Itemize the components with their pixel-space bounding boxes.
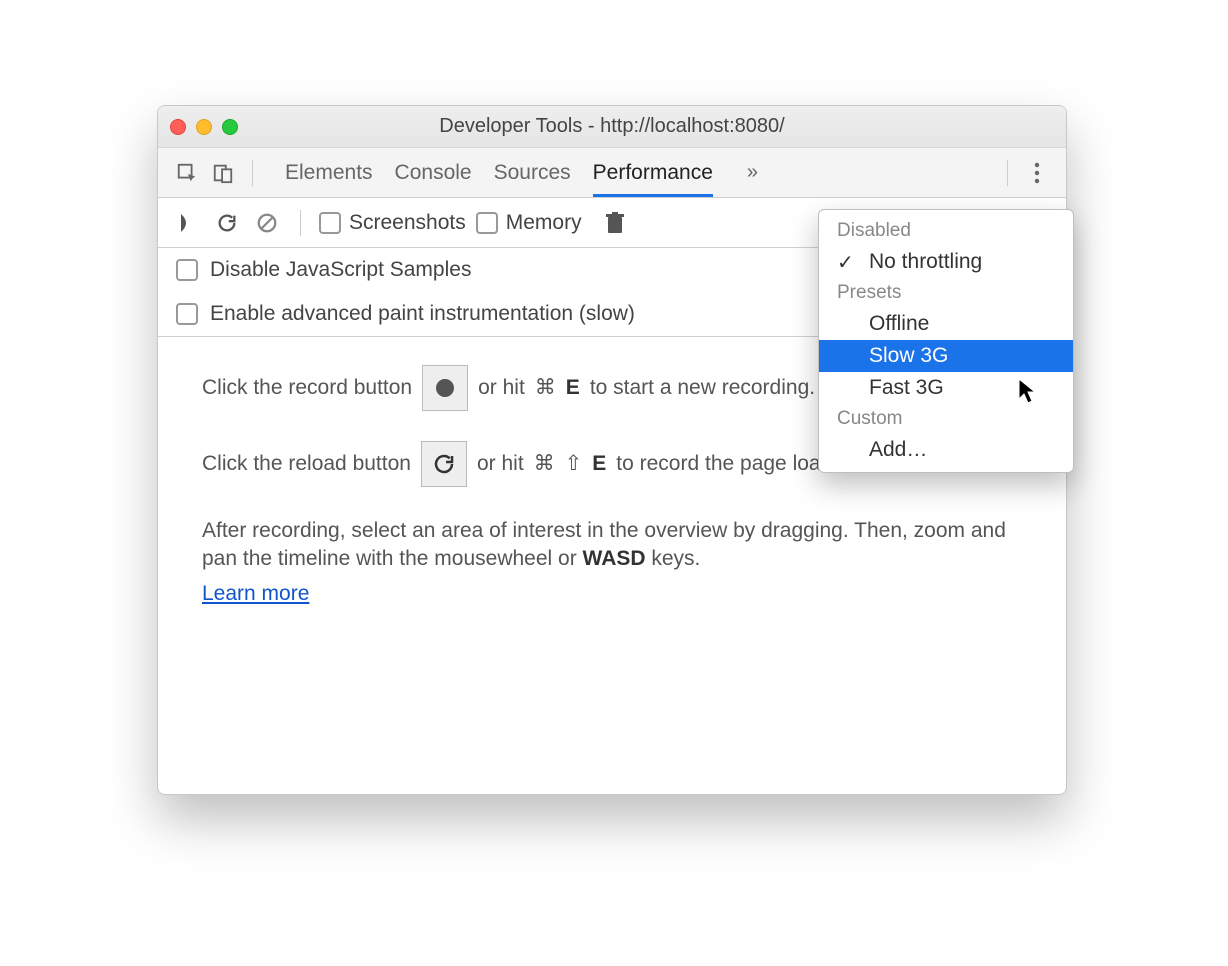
record-dot-icon	[436, 379, 454, 397]
divider	[252, 160, 253, 186]
wasd-key: WASD	[583, 547, 646, 570]
disable-js-checkbox[interactable]	[176, 259, 198, 281]
tab-console[interactable]: Console	[395, 148, 472, 197]
reload-button[interactable]	[421, 441, 467, 487]
cmd-key-icon: ⌘	[535, 374, 556, 402]
record-button[interactable]	[422, 365, 468, 411]
close-window-button[interactable]	[170, 119, 186, 135]
instruction-drag: After recording, select an area of inter…	[202, 517, 1034, 574]
checkbox-icon	[319, 212, 341, 234]
window-controls	[170, 119, 238, 135]
clear-icon[interactable]	[252, 208, 282, 238]
titlebar: Developer Tools - http://localhost:8080/	[158, 106, 1066, 148]
divider	[300, 210, 301, 236]
paint-checkbox[interactable]	[176, 303, 198, 325]
memory-label: Memory	[506, 211, 582, 235]
text: or hit	[477, 450, 524, 478]
learn-more-link[interactable]: Learn more	[202, 582, 309, 605]
tab-elements[interactable]: Elements	[285, 148, 373, 197]
menu-group-disabled: Disabled	[819, 216, 1073, 246]
window-title: Developer Tools - http://localhost:8080/	[158, 115, 1066, 138]
devtools-window: Developer Tools - http://localhost:8080/…	[157, 105, 1067, 795]
key-E: E	[592, 450, 606, 478]
screenshots-label: Screenshots	[349, 211, 466, 235]
tab-sources[interactable]: Sources	[494, 148, 571, 197]
menu-item-no-throttling[interactable]: No throttling	[819, 246, 1073, 278]
cmd-key-icon: ⌘	[534, 450, 555, 478]
minimize-window-button[interactable]	[196, 119, 212, 135]
text: or hit	[478, 374, 525, 402]
maximize-window-button[interactable]	[222, 119, 238, 135]
checkbox-icon	[476, 212, 498, 234]
menu-item-offline[interactable]: Offline	[819, 308, 1073, 340]
disable-js-label: Disable JavaScript Samples	[210, 258, 471, 282]
menu-group-presets: Presets	[819, 278, 1073, 308]
menu-group-custom: Custom	[819, 404, 1073, 434]
panel-tabs: Elements Console Sources Performance »	[285, 148, 758, 197]
record-icon[interactable]	[172, 208, 202, 238]
menu-item-slow-3g[interactable]: Slow 3G	[819, 340, 1073, 372]
kebab-menu-icon[interactable]	[1022, 158, 1052, 188]
network-throttling-menu: Disabled No throttling Presets Offline S…	[818, 209, 1074, 473]
screenshots-checkbox[interactable]: Screenshots	[319, 211, 466, 235]
panel-tabbar: Elements Console Sources Performance »	[158, 148, 1066, 198]
text: Click the reload button	[202, 450, 411, 478]
tabs-overflow-icon[interactable]: »	[747, 161, 758, 184]
reload-icon[interactable]	[212, 208, 242, 238]
memory-checkbox[interactable]: Memory	[476, 211, 582, 235]
text: to record the page load.	[616, 450, 838, 478]
shift-key-icon: ⇧	[565, 450, 583, 478]
divider	[1007, 160, 1008, 186]
tab-performance[interactable]: Performance	[593, 148, 713, 197]
text: to start a new recording.	[590, 374, 815, 402]
key-E: E	[566, 374, 580, 402]
text: keys.	[646, 547, 701, 570]
trash-icon[interactable]	[600, 208, 630, 238]
paint-label: Enable advanced paint instrumentation (s…	[210, 302, 635, 326]
text: Click the record button	[202, 374, 412, 402]
cursor-icon	[1018, 378, 1038, 404]
inspect-element-icon[interactable]	[172, 158, 202, 188]
device-toolbar-icon[interactable]	[208, 158, 238, 188]
menu-item-add[interactable]: Add…	[819, 434, 1073, 466]
